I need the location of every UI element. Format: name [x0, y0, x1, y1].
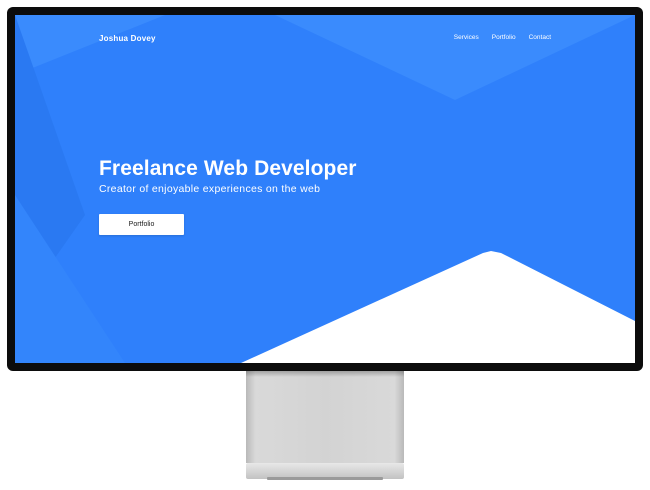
hero-title: Freelance Web Developer — [99, 157, 357, 180]
monitor-stand-shadow — [246, 371, 404, 377]
nav-link-portfolio[interactable]: Portfolio — [492, 34, 516, 41]
monitor-stand-neck — [246, 371, 404, 463]
portfolio-button[interactable]: Portfolio — [99, 214, 184, 235]
hero-subtitle: Creator of enjoyable experiences on the … — [99, 183, 321, 195]
website-screen: Joshua Dovey Services Portfolio Contact … — [15, 15, 635, 363]
monitor-stand-slot — [267, 477, 383, 480]
monitor-bezel: Joshua Dovey Services Portfolio Contact … — [7, 7, 643, 371]
top-navigation: Services Portfolio Contact — [454, 34, 551, 41]
nav-link-services[interactable]: Services — [454, 34, 479, 41]
brand-logo-text[interactable]: Joshua Dovey — [99, 34, 156, 43]
nav-link-contact[interactable]: Contact — [529, 34, 551, 41]
